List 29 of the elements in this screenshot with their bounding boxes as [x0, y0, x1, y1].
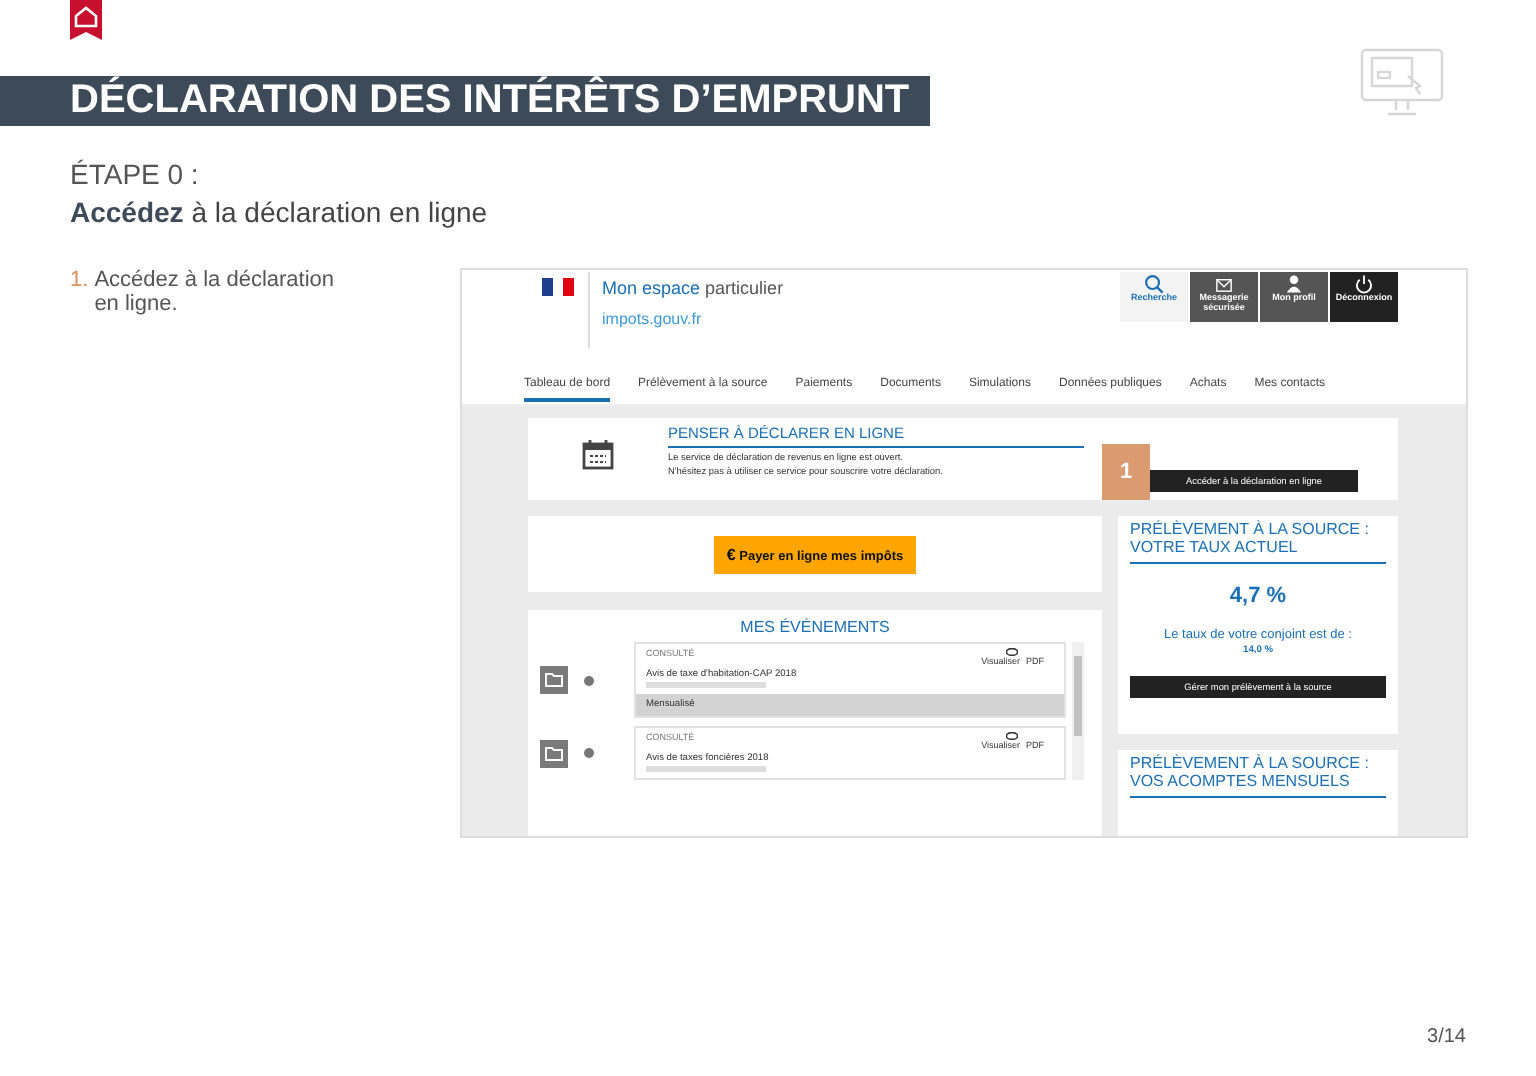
home-icon: [70, 0, 102, 40]
site-title: Mon espace particulier: [602, 278, 786, 298]
folder-icon: [540, 739, 568, 767]
events-title: MES ÉVÉNEMENTS: [738, 616, 892, 640]
card-title: PRÉLÈVEMENT À LA SOURCE : VOS ACOMPTES MENSUELS: [1130, 756, 1386, 798]
step-label: ÉTAPE 0 :: [70, 158, 201, 190]
instruction-text: Accédez à la déclaration en ligne.: [94, 268, 337, 316]
timeline-dot-icon: [584, 675, 594, 685]
timeline-dot-icon: [584, 748, 594, 758]
blurred-text: [646, 766, 766, 772]
envelope-icon: [1214, 274, 1234, 294]
blurred-text: [646, 682, 766, 688]
site-logo-text: impots.gouv.fr: [602, 310, 704, 328]
eye-icon: [1006, 732, 1019, 740]
power-icon: [1354, 274, 1374, 294]
scrollbar[interactable]: [1072, 642, 1084, 780]
page-number: 3/14: [1427, 1026, 1466, 1048]
step-callout: 1: [1102, 444, 1150, 500]
eye-icon: [1006, 648, 1019, 656]
person-icon: [1284, 274, 1304, 294]
calendar-icon: [582, 438, 614, 470]
tax-rate: 4,7 %: [1229, 583, 1287, 608]
card-title: PRÉLÈVEMENT À LA SOURCE : VOTRE TAUX ACTUEL: [1130, 522, 1386, 564]
search-icon: [1144, 274, 1164, 294]
folder-icon: [540, 666, 568, 694]
step-number: 1.: [70, 268, 89, 296]
step-heading: Accédez à la déclaration en ligne: [70, 196, 490, 228]
page-title: DÉCLARATION DES INTÉRÊTS D’EMPRUNT: [0, 76, 930, 126]
computer-monitor-icon: [1360, 48, 1444, 120]
